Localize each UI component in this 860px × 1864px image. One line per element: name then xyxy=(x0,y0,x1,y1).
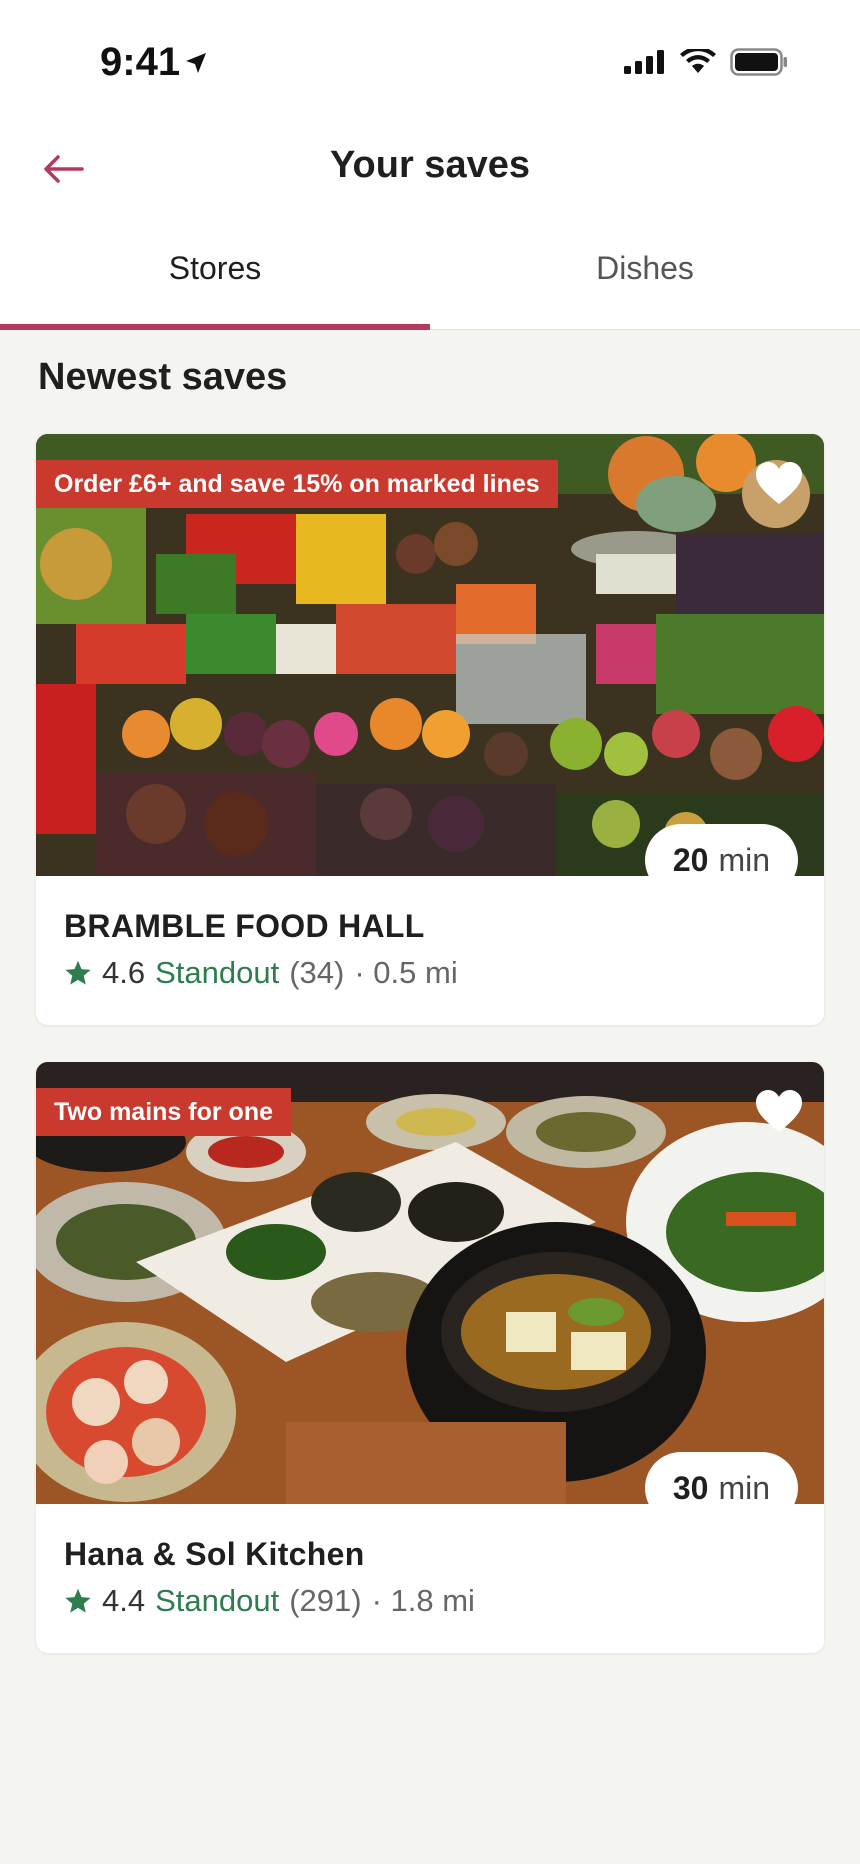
store-image: Two mains for one 30 min xyxy=(36,1062,824,1504)
eta-unit: min xyxy=(718,841,770,877)
store-name: Hana & Sol Kitchen xyxy=(64,1536,365,1572)
store-distance: · 1.8 mi xyxy=(371,1583,475,1618)
status-icons xyxy=(624,48,788,76)
store-info: BRAMBLE FOOD HALL 4.6 Standout (34) · 0.… xyxy=(36,876,824,1025)
promo-badge: Order £6+ and save 15% on marked lines xyxy=(36,460,558,508)
location-arrow-icon xyxy=(186,52,207,73)
eta-value: 20 xyxy=(672,841,709,877)
store-image: Order £6+ and save 15% on marked lines 2… xyxy=(36,434,824,876)
status-time-text: 9:41 xyxy=(100,40,181,84)
store-info: Hana & Sol Kitchen 4.4 Standout (291) · … xyxy=(36,1504,824,1653)
star-icon xyxy=(65,1588,91,1613)
header: Your saves Stores Dishes xyxy=(0,120,860,330)
store-rating: 4.4 xyxy=(102,1583,146,1618)
save-heart-button[interactable] xyxy=(754,460,804,506)
store-meta: 4.4 Standout (291) · 1.8 mi xyxy=(64,1583,796,1619)
tab-active-indicator xyxy=(0,324,430,330)
store-card[interactable]: Two mains for one 30 min Hana & Sol Kitc… xyxy=(36,1062,824,1653)
tab-bar: Stores Dishes xyxy=(0,210,860,330)
review-count: (34) xyxy=(289,955,345,990)
battery-icon xyxy=(730,48,787,76)
store-distance: · 0.5 mi xyxy=(354,955,458,990)
eta-unit: min xyxy=(718,1469,770,1505)
eta-pill: 30 min xyxy=(644,1452,798,1505)
store-meta: 4.6 Standout (34) · 0.5 mi xyxy=(64,955,796,991)
section-title: Newest saves xyxy=(38,356,288,398)
status-bar: 9:41 xyxy=(0,0,860,120)
tab-dishes[interactable]: Dishes xyxy=(430,210,860,326)
tab-stores[interactable]: Stores xyxy=(0,210,430,326)
save-heart-button[interactable] xyxy=(754,1088,804,1134)
page-title: Your saves xyxy=(330,144,530,186)
promo-badge: Two mains for one xyxy=(36,1088,291,1136)
heart-icon xyxy=(756,462,802,504)
star-icon xyxy=(65,960,91,985)
wifi-icon xyxy=(680,49,716,73)
review-count: (291) xyxy=(289,1583,362,1618)
status-time: 9:41 xyxy=(100,40,208,85)
standout-badge: Standout xyxy=(155,1583,280,1618)
eta-value: 30 xyxy=(672,1469,709,1505)
heart-icon xyxy=(756,1090,802,1132)
store-rating: 4.6 xyxy=(102,955,146,990)
standout-badge: Standout xyxy=(155,955,280,990)
store-name: BRAMBLE FOOD HALL xyxy=(64,908,425,944)
store-card[interactable]: Order £6+ and save 15% on marked lines 2… xyxy=(36,434,824,1025)
signal-icon xyxy=(624,50,664,74)
eta-pill: 20 min xyxy=(644,824,798,877)
